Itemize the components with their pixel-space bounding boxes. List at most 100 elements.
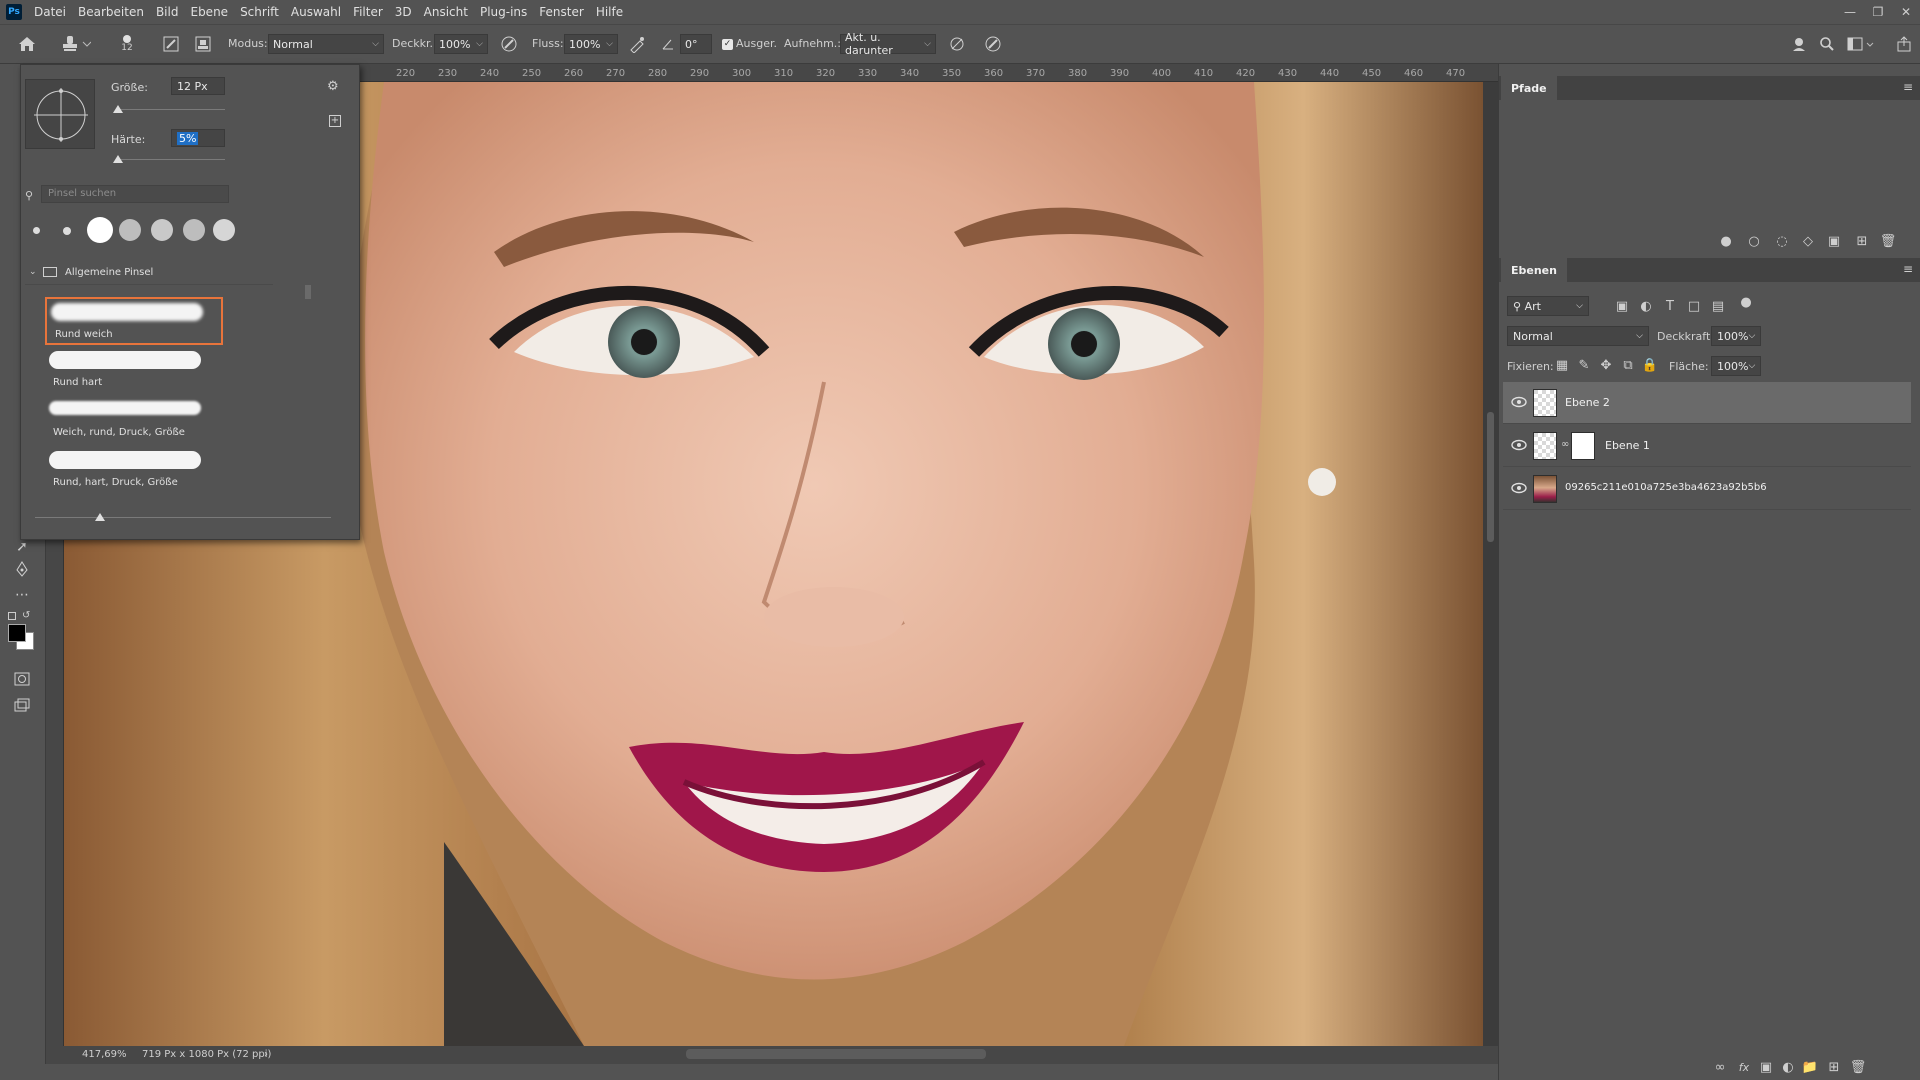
filter-pixel-icon[interactable]: ▣: [1613, 297, 1631, 315]
lock-all-icon[interactable]: 🔒: [1641, 356, 1659, 374]
link-icon[interactable]: ∞: [1561, 439, 1569, 450]
pen-tool-icon[interactable]: [10, 558, 34, 580]
menu-bearbeiten[interactable]: Bearbeiten: [72, 0, 150, 24]
scrollbar-thumb[interactable]: [305, 285, 311, 299]
layer-filter-select[interactable]: ⚲ Art ⌵: [1507, 296, 1589, 316]
fill-field[interactable]: 100% ⌵: [1711, 356, 1761, 376]
vertical-scrollbar[interactable]: [1483, 82, 1498, 1046]
add-mask-icon[interactable]: ▣: [1825, 232, 1843, 250]
menu-3d[interactable]: 3D: [389, 0, 418, 24]
size-slider-handle[interactable]: [113, 105, 123, 113]
panel-menu-icon[interactable]: ≡: [1903, 80, 1913, 94]
chevron-down-icon[interactable]: ⌄: [29, 267, 37, 277]
eye-icon[interactable]: [1511, 482, 1527, 494]
menu-bild[interactable]: Bild: [150, 0, 185, 24]
menu-auswahl[interactable]: Auswahl: [285, 0, 347, 24]
home-icon[interactable]: [14, 33, 40, 55]
adjustment-layer-icon[interactable]: ◐: [1779, 1058, 1797, 1076]
hardness-field[interactable]: 5%: [171, 129, 225, 147]
recent-brush-tip[interactable]: [119, 219, 141, 241]
layer-name[interactable]: Ebene 2: [1565, 396, 1610, 409]
preview-size-slider-handle[interactable]: [95, 513, 105, 521]
quick-mask-icon[interactable]: [10, 668, 34, 690]
filter-toggle-icon[interactable]: ●: [1737, 293, 1755, 311]
screen-mode-icon[interactable]: [10, 694, 34, 716]
lock-position-icon[interactable]: ✥: [1597, 356, 1615, 374]
angle-field[interactable]: 0°: [680, 34, 712, 54]
lock-transparency-icon[interactable]: ▦: [1553, 356, 1571, 374]
share-icon[interactable]: [1894, 33, 1914, 55]
brush-preset-item[interactable]: Rund hart: [45, 347, 223, 395]
brush-list-scrollbar[interactable]: [303, 269, 313, 499]
clone-stamp-tool-icon[interactable]: [58, 33, 94, 55]
swap-colors-icon[interactable]: ↺: [22, 610, 30, 621]
add-mask-icon[interactable]: ▣: [1757, 1058, 1775, 1076]
brush-preset-item[interactable]: Rund, hart, Druck, Größe: [45, 447, 223, 495]
brush-preset-item[interactable]: Rund weich: [45, 297, 223, 345]
opacity-field[interactable]: 100% ⌵: [434, 34, 488, 54]
new-preset-icon[interactable]: +: [329, 115, 341, 127]
layer-opacity-field[interactable]: 100% ⌵: [1711, 326, 1761, 346]
menu-filter[interactable]: Filter: [347, 0, 389, 24]
recent-brush-tip[interactable]: [183, 219, 205, 241]
link-layers-icon[interactable]: ∞: [1711, 1058, 1729, 1076]
recent-brush-tip[interactable]: [87, 217, 113, 243]
menu-ansicht[interactable]: Ansicht: [418, 0, 474, 24]
eye-icon[interactable]: [1511, 439, 1527, 451]
recent-brush-tip[interactable]: [33, 227, 40, 234]
trash-icon[interactable]: 🗑: [1849, 1058, 1867, 1076]
search-icon[interactable]: [1816, 33, 1838, 55]
ignore-adjustment-layers-icon[interactable]: [946, 33, 968, 55]
layer-row[interactable]: ∞ Ebene 1: [1503, 425, 1911, 467]
new-path-icon[interactable]: ⊞: [1853, 232, 1871, 250]
learn-icon[interactable]: [1788, 33, 1810, 55]
brush-preset-picker[interactable]: 12: [112, 33, 142, 55]
lock-artboard-icon[interactable]: ⧉: [1619, 356, 1637, 374]
more-tools-icon[interactable]: ⋯: [10, 584, 34, 606]
layer-row[interactable]: Ebene 2: [1503, 382, 1911, 424]
brush-angle-preview[interactable]: [25, 79, 95, 149]
filter-smart-object-icon[interactable]: ▤: [1709, 297, 1727, 315]
panel-menu-icon[interactable]: ≡: [1903, 262, 1913, 276]
restore-icon[interactable]: ❐: [1864, 0, 1892, 24]
brush-preset-item[interactable]: Weich, rund, Druck, Größe: [45, 397, 223, 445]
stroke-path-icon[interactable]: ○: [1745, 232, 1763, 250]
menu-datei[interactable]: Datei: [28, 0, 72, 24]
preview-size-slider[interactable]: [35, 517, 331, 518]
selection-to-path-icon[interactable]: ◇: [1799, 232, 1817, 250]
recent-brush-tip[interactable]: [151, 219, 173, 241]
menu-hilfe[interactable]: Hilfe: [590, 0, 629, 24]
menu-ebene[interactable]: Ebene: [184, 0, 234, 24]
fx-icon[interactable]: fx: [1735, 1058, 1753, 1076]
size-slider[interactable]: [117, 109, 225, 110]
scrollbar-thumb[interactable]: [1487, 412, 1494, 542]
flow-field[interactable]: 100% ⌵: [564, 34, 618, 54]
hardness-slider-handle[interactable]: [113, 155, 123, 163]
eye-icon[interactable]: [1511, 396, 1527, 408]
layer-mask-thumbnail[interactable]: [1571, 432, 1595, 460]
gear-icon[interactable]: ⚙: [327, 79, 339, 94]
sample-select[interactable]: Akt. u. darunter ⌵: [840, 31, 936, 57]
minimize-icon[interactable]: —: [1836, 0, 1864, 24]
layer-name[interactable]: Ebene 1: [1605, 439, 1650, 452]
clone-source-icon[interactable]: [192, 33, 214, 55]
fill-path-icon[interactable]: ●: [1717, 232, 1735, 250]
new-group-icon[interactable]: 📁: [1801, 1058, 1819, 1076]
close-icon[interactable]: ✕: [1892, 0, 1920, 24]
hardness-slider[interactable]: [117, 159, 225, 160]
recent-brush-tip[interactable]: [213, 219, 235, 241]
lock-image-icon[interactable]: ✎: [1575, 356, 1593, 374]
menu-schrift[interactable]: Schrift: [234, 0, 285, 24]
trash-icon[interactable]: 🗑: [1879, 232, 1897, 250]
aligned-checkbox[interactable]: ✓: [722, 39, 733, 50]
workspace-icon[interactable]: [1844, 33, 1878, 55]
pressure-opacity-icon[interactable]: [498, 33, 520, 55]
mode-select[interactable]: Normal ⌵: [268, 34, 384, 54]
filter-adjustment-icon[interactable]: ◐: [1637, 297, 1655, 315]
filter-shape-icon[interactable]: □: [1685, 297, 1703, 315]
brush-settings-icon[interactable]: [160, 33, 182, 55]
size-field[interactable]: 12 Px: [171, 77, 225, 95]
airbrush-icon[interactable]: [626, 33, 648, 55]
horizontal-scrollbar-thumb[interactable]: [686, 1049, 986, 1059]
pressure-size-icon[interactable]: [982, 33, 1004, 55]
